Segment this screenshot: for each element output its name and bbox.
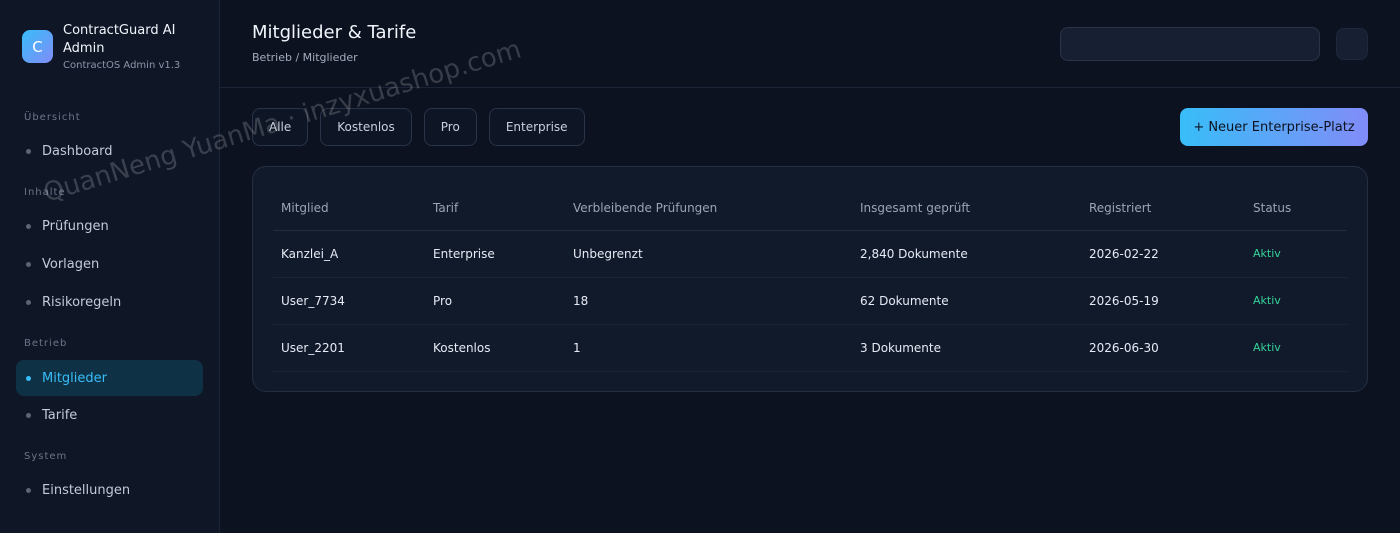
filter-enterprise-button[interactable]: Enterprise — [488, 108, 585, 146]
cell-registered: 2026-02-22 — [1081, 230, 1245, 278]
members-table: Mitglied Tarif Verbleibende Prüfungen In… — [273, 187, 1347, 372]
cell-total: 62 Dokumente — [852, 277, 1081, 325]
sidebar-item-pruefungen[interactable]: Prüfungen — [16, 208, 203, 244]
sidebar-item-label: Mitglieder — [42, 370, 107, 386]
cell-total: 3 Dokumente — [852, 324, 1081, 372]
table-row[interactable]: User_2201 Kostenlos 1 3 Dokumente 2026-0… — [273, 324, 1347, 372]
bullet-icon — [26, 412, 31, 418]
search-input[interactable] — [1060, 27, 1320, 61]
sidebar-item-label: Risikoregeln — [42, 294, 122, 310]
brand-title: ContractGuard AI Admin — [63, 23, 176, 56]
section-label-inhalte: Inhalte — [24, 187, 66, 198]
brand-subtitle: ContractOS Admin v1.3 — [63, 60, 181, 71]
header-action-button[interactable] — [1336, 28, 1368, 60]
column-header-status[interactable]: Status — [1245, 187, 1347, 231]
bullet-icon — [26, 223, 31, 229]
sidebar: C ContractGuard AI Admin ContractOS Admi… — [0, 0, 220, 533]
section-label-uebersicht: Übersicht — [24, 112, 81, 123]
cell-remaining: 1 — [565, 324, 852, 372]
cell-plan: Enterprise — [425, 230, 565, 278]
status-badge: Aktiv — [1245, 277, 1347, 325]
sidebar-item-label: Vorlagen — [42, 256, 100, 272]
cell-member: User_2201 — [273, 324, 425, 372]
cell-remaining: Unbegrenzt — [565, 230, 852, 278]
column-header-registered[interactable]: Registriert — [1081, 187, 1245, 231]
cell-member: Kanzlei_A — [273, 230, 425, 278]
sidebar-item-tarife[interactable]: Tarife — [16, 397, 203, 433]
bullet-icon — [26, 487, 31, 493]
status-badge: Aktiv — [1245, 324, 1347, 372]
main-content: Mitglieder & Tarife Betrieb / Mitglieder… — [220, 0, 1400, 533]
brand: C ContractGuard AI Admin ContractOS Admi… — [22, 22, 193, 71]
filter-pro-button[interactable]: Pro — [423, 108, 477, 146]
cell-member: User_7734 — [273, 277, 425, 325]
sidebar-item-einstellungen[interactable]: Einstellungen — [16, 472, 203, 508]
filter-bar: Alle Kostenlos Pro Enterprise — [252, 108, 597, 146]
filter-free-button[interactable]: Kostenlos — [320, 108, 412, 146]
cell-plan: Kostenlos — [425, 324, 565, 372]
cell-registered: 2026-06-30 — [1081, 324, 1245, 372]
cell-total: 2,840 Dokumente — [852, 230, 1081, 278]
bullet-icon — [26, 261, 31, 267]
sidebar-item-mitglieder[interactable]: Mitglieder — [16, 360, 203, 396]
new-enterprise-seat-button[interactable]: + Neuer Enterprise-Platz — [1180, 108, 1368, 146]
brand-text: ContractGuard AI Admin ContractOS Admin … — [63, 22, 193, 71]
column-header-remaining[interactable]: Verbleibende Prüfungen — [565, 187, 852, 231]
cell-remaining: 18 — [565, 277, 852, 325]
column-header-plan[interactable]: Tarif — [425, 187, 565, 231]
page-title: Mitglieder & Tarife — [252, 22, 417, 43]
members-table-card: Mitglied Tarif Verbleibende Prüfungen In… — [252, 166, 1368, 392]
breadcrumb: Betrieb / Mitglieder — [252, 51, 358, 64]
app-root: C ContractGuard AI Admin ContractOS Admi… — [0, 0, 1400, 533]
bullet-icon — [26, 148, 31, 154]
section-label-betrieb: Betrieb — [24, 338, 68, 349]
status-badge: Aktiv — [1245, 230, 1347, 278]
sidebar-item-risikoregeln[interactable]: Risikoregeln — [16, 284, 203, 320]
bullet-icon — [26, 299, 31, 305]
table-row[interactable]: Kanzlei_A Enterprise Unbegrenzt 2,840 Do… — [273, 230, 1347, 278]
sidebar-item-label: Tarife — [42, 407, 78, 423]
sidebar-item-dashboard[interactable]: Dashboard — [16, 133, 203, 169]
sidebar-item-label: Dashboard — [42, 143, 113, 159]
table-header-row: Mitglied Tarif Verbleibende Prüfungen In… — [273, 187, 1347, 231]
column-header-total[interactable]: Insgesamt geprüft — [852, 187, 1081, 231]
sidebar-item-vorlagen[interactable]: Vorlagen — [16, 246, 203, 282]
bullet-icon — [26, 375, 31, 381]
filter-all-button[interactable]: Alle — [252, 108, 309, 146]
table-row[interactable]: User_7734 Pro 18 62 Dokumente 2026-05-19… — [273, 277, 1347, 325]
brand-logo: C — [22, 30, 53, 63]
sidebar-item-label: Einstellungen — [42, 482, 131, 498]
sidebar-item-label: Prüfungen — [42, 218, 109, 234]
column-header-member[interactable]: Mitglied — [273, 187, 425, 231]
page-header: Mitglieder & Tarife Betrieb / Mitglieder — [220, 0, 1400, 88]
cell-plan: Pro — [425, 277, 565, 325]
section-label-system: System — [24, 451, 68, 462]
cell-registered: 2026-05-19 — [1081, 277, 1245, 325]
